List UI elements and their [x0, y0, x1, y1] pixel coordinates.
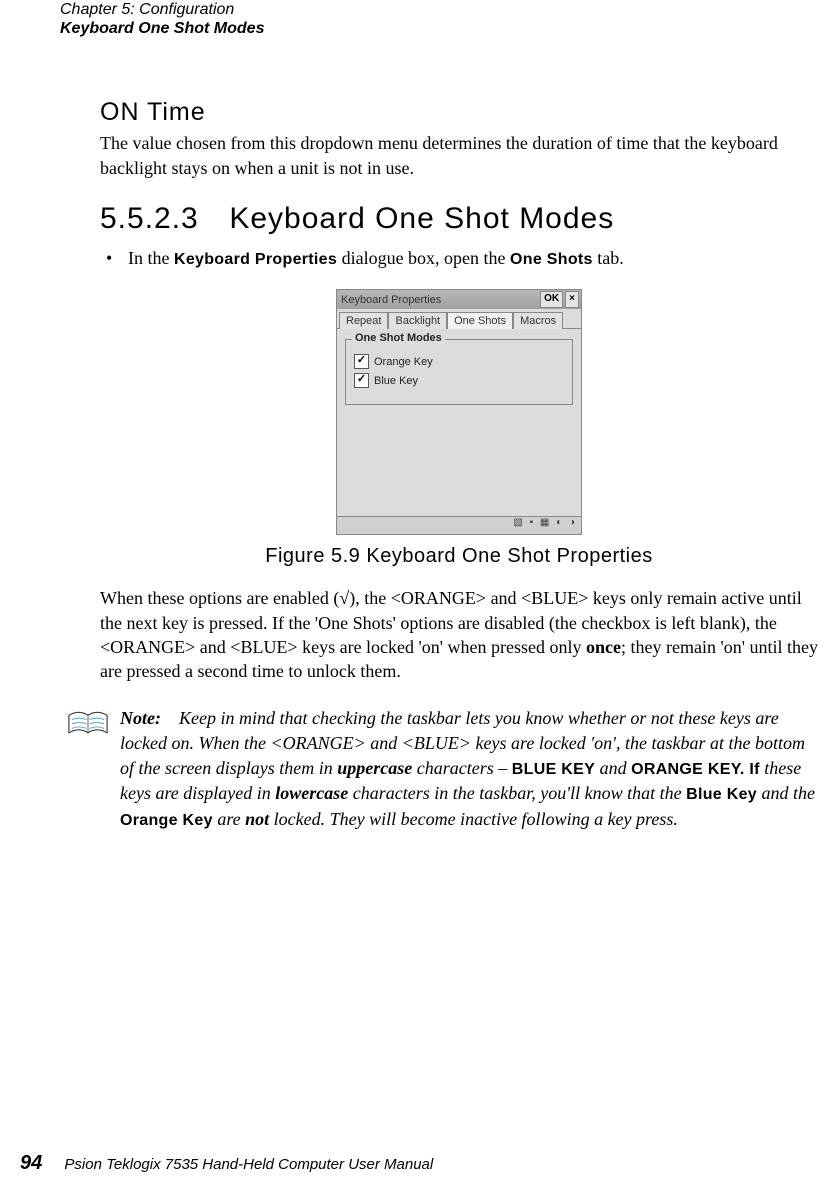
page-footer: 94 Psion Teklogix 7535 Hand-Held Compute…: [20, 1152, 433, 1175]
one-shot-modes-group: One Shot Modes ✓ Orange Key ✓ Blue Key: [345, 339, 573, 405]
note-content: Note: Keep in mind that checking the tas…: [120, 706, 818, 833]
text-fragment: are: [213, 809, 245, 829]
section-title: Keyboard One Shot Modes: [229, 202, 614, 235]
text-fragment: In the: [128, 248, 174, 268]
group-legend: One Shot Modes: [352, 332, 445, 344]
text-fragment: and: [595, 758, 631, 778]
tab-macros[interactable]: Macros: [513, 312, 563, 329]
blue-key-upper: BLUE KEY: [512, 761, 595, 778]
section-heading: 5.5.2.3 Keyboard One Shot Modes: [100, 202, 818, 236]
dialog-titlebar[interactable]: Keyboard Properties OK ×: [337, 290, 581, 309]
explanatory-paragraph: When these options are enabled (√), the …: [100, 586, 818, 683]
page-running-header: Chapter 5: Configuration Keyboard One Sh…: [60, 0, 818, 38]
text-fragment: and the: [757, 783, 815, 803]
text-fragment: characters –: [412, 758, 511, 778]
text-fragment: characters in the taskbar, you'll know t…: [348, 783, 686, 803]
dialog-title: Keyboard Properties: [341, 294, 538, 306]
note-label: Note:: [120, 708, 161, 728]
ok-button[interactable]: OK: [540, 291, 563, 308]
text-fragment: locked. They will become inactive follow…: [269, 809, 678, 829]
orange-key-label: Orange Key: [374, 356, 433, 368]
text-fragment: tab.: [593, 248, 624, 268]
dialog-body: One Shot Modes ✓ Orange Key ✓ Blue Key ▧…: [337, 329, 581, 534]
figure-caption: Figure 5.9 Keyboard One Shot Properties: [100, 545, 818, 568]
blue-key-checkbox[interactable]: ✓: [354, 373, 369, 388]
header-section-line: Keyboard One Shot Modes: [60, 19, 818, 38]
tab-repeat[interactable]: Repeat: [339, 312, 388, 329]
tab-backlight[interactable]: Backlight: [388, 312, 447, 329]
uppercase-word: uppercase: [337, 758, 412, 778]
tab-one-shots[interactable]: One Shots: [447, 312, 513, 329]
instruction-item: In the Keyboard Properties dialogue box,…: [128, 246, 818, 271]
orange-key-upper: ORANGE KEY. If: [631, 761, 760, 778]
keyboard-properties-dialog: Keyboard Properties OK × Repeat Backligh…: [336, 289, 582, 535]
keyboard-properties-label: Keyboard Properties: [174, 251, 337, 268]
once-word: once: [586, 637, 621, 657]
one-shots-label: One Shots: [510, 251, 593, 268]
on-time-paragraph: The value chosen from this dropdown menu…: [100, 131, 818, 180]
blue-key-mixed: Blue Key: [686, 786, 757, 803]
orange-key-mixed: Orange Key: [120, 812, 213, 829]
note-block: Note: Keep in mind that checking the tas…: [66, 706, 818, 833]
note-body: Keep in mind that checking the taskbar l…: [120, 708, 815, 829]
note-book-icon: [66, 709, 110, 739]
blue-key-label: Blue Key: [374, 375, 418, 387]
on-time-heading: ON Time: [100, 98, 818, 127]
section-number: 5.5.2.3: [100, 202, 220, 236]
tab-strip: Repeat Backlight One Shots Macros: [337, 309, 581, 329]
figure-wrapper: Keyboard Properties OK × Repeat Backligh…: [100, 289, 818, 535]
orange-key-row: ✓ Orange Key: [354, 354, 564, 369]
lowercase-word: lowercase: [275, 783, 348, 803]
blue-key-row: ✓ Blue Key: [354, 373, 564, 388]
page-number: 94: [20, 1152, 42, 1174]
text-fragment: dialogue box, open the: [337, 248, 510, 268]
close-button[interactable]: ×: [565, 291, 579, 308]
instruction-list: In the Keyboard Properties dialogue box,…: [100, 246, 818, 271]
orange-key-checkbox[interactable]: ✓: [354, 354, 369, 369]
chapter-line: Chapter 5: Configuration: [60, 0, 818, 19]
dialog-taskbar: ▧ ▪ ▦ ◐ ◑: [337, 516, 581, 534]
not-word: not: [245, 809, 269, 829]
publication-title: Psion Teklogix 7535 Hand-Held Computer U…: [64, 1156, 433, 1173]
